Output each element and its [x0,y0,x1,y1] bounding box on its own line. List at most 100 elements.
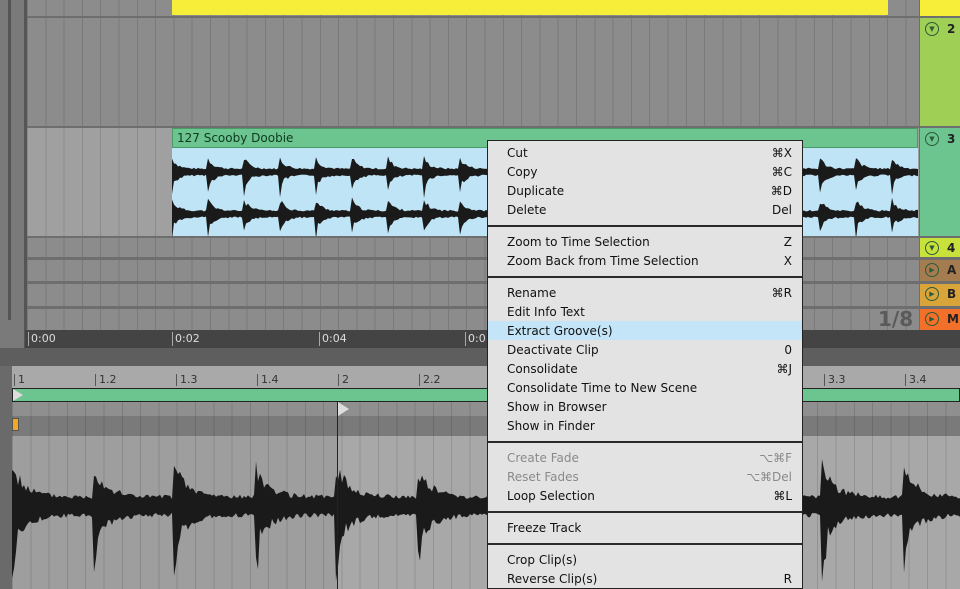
menu-item-shortcut: ⌘D [770,183,792,198]
loop-start-marker[interactable] [13,389,23,401]
menu-item-delete[interactable]: Delete Del [488,200,802,219]
menu-item-label: Reset Fades [507,469,579,484]
fold-triangle-icon[interactable]: ▼ [925,132,939,146]
menu-item-label: Rename [507,285,557,300]
menu-item-shortcut: ⌘X [771,145,792,160]
menu-item-shortcut: ⌘R [771,285,792,300]
menu-item-show-in-browser[interactable]: Show in Browser [488,397,802,416]
beat-label: 1.4 [257,374,279,386]
menu-item-edit-info-text[interactable]: Edit Info Text [488,302,802,321]
warp-strip[interactable] [12,416,960,436]
fold-triangle-icon[interactable]: ▼ [925,241,939,255]
track-label: 2 [947,22,956,36]
context-menu: Cut ⌘X Copy ⌘C Duplicate ⌘D Delete Del Zoom to T… [487,140,803,589]
menu-item-zoom-to-time-selection[interactable]: Zoom to Time Selection Z [488,232,802,251]
track-label: 3 [947,132,956,146]
menu-item-label: Reverse Clip(s) [507,571,598,586]
menu-separator [488,276,802,278]
menu-item-label: Copy [507,164,538,179]
menu-item-shortcut: ⌥⌘F [759,450,792,465]
track-header-m[interactable]: ▶ M [920,309,960,330]
menu-item-label: Edit Info Text [507,304,585,319]
fold-triangle-icon[interactable]: ▼ [925,22,939,36]
beat-ruler[interactable] [12,366,960,388]
beat-label: 1.2 [95,374,117,386]
menu-item-label: Cut [507,145,528,160]
menu-item-label: Zoom Back from Time Selection [507,253,699,268]
beat-label: 3.3 [824,374,846,386]
beat-label: 3.4 [905,374,927,386]
menu-item-shortcut: ⌘J [776,361,792,376]
menu-item-zoom-back-from-time-selection[interactable]: Zoom Back from Time Selection X [488,251,802,270]
menu-item-label: Deactivate Clip [507,342,599,357]
menu-item-label: Zoom to Time Selection [507,234,650,249]
menu-separator [488,225,802,227]
track-label: M [947,312,959,326]
menu-item-cut[interactable]: Cut ⌘X [488,143,802,162]
menu-item-shortcut: R [783,571,792,586]
menu-item-show-in-finder[interactable]: Show in Finder [488,416,802,435]
menu-item-crop-clip-s[interactable]: Crop Clip(s) [488,550,802,569]
menu-item-extract-groove-s[interactable]: Extract Groove(s) [488,321,802,340]
track-header-4[interactable]: ▼ 4 [920,238,960,257]
menu-item-deactivate-clip[interactable]: Deactivate Clip 0 [488,340,802,359]
start-marker[interactable] [338,402,349,416]
warp-marker[interactable] [12,418,19,431]
track-header-3[interactable]: ▼ 3 [920,128,960,236]
menu-item-shortcut: 0 [784,342,792,357]
panel-divider [0,348,960,366]
track-header-b[interactable]: ▶ B [920,284,960,306]
menu-item-label: Extract Groove(s) [507,323,613,338]
grid-quantization[interactable]: 1/8 [878,307,913,331]
menu-item-reverse-clip-s[interactable]: Reverse Clip(s) R [488,569,802,588]
beat-label: 1 [14,374,25,386]
play-triangle-icon[interactable]: ▶ [925,312,939,326]
editor-waveform-area[interactable] [12,436,960,589]
menu-item-shortcut: X [783,253,792,268]
play-triangle-icon[interactable]: ▶ [925,287,939,301]
beat-label: 1.3 [176,374,198,386]
track-label: B [947,287,957,301]
menu-item-label: Show in Browser [507,399,607,414]
left-panel-edge [0,0,27,348]
loop-brace[interactable] [12,388,960,402]
menu-item-label: Delete [507,202,547,217]
time-label: 0:00 [28,332,56,346]
menu-item-copy[interactable]: Copy ⌘C [488,162,802,181]
menu-item-shortcut: Z [783,234,792,249]
menu-item-loop-selection[interactable]: Loop Selection ⌘L [488,486,802,505]
left-panel-divider [8,0,11,320]
menu-item-reset-fades[interactable]: Reset Fades ⌥⌘Del [488,467,802,486]
play-triangle-icon[interactable]: ▶ [925,263,939,277]
menu-item-duplicate[interactable]: Duplicate ⌘D [488,181,802,200]
beat-label: 2.2 [419,374,441,386]
menu-item-label: Consolidate [507,361,578,376]
menu-item-create-fade[interactable]: Create Fade ⌥⌘F [488,448,802,467]
menu-item-freeze-track[interactable]: Freeze Track [488,518,802,537]
beat-label: 2 [338,374,349,386]
menu-item-consolidate-time-to-new-scene[interactable]: Consolidate Time to New Scene [488,378,802,397]
menu-item-shortcut: Del [772,202,792,217]
waveform-shape [12,459,960,582]
track-header-2[interactable]: ▼ 2 [920,18,960,126]
menu-item-shortcut: ⌥⌘Del [746,469,792,484]
menu-separator [488,543,802,545]
menu-item-label: Consolidate Time to New Scene [507,380,698,395]
menu-item-label: Crop Clip(s) [507,552,578,567]
menu-separator [488,511,802,513]
track-row-2[interactable] [27,18,919,126]
playhead-line [337,402,338,589]
menu-item-label: Duplicate [507,183,565,198]
menu-item-rename[interactable]: Rename ⌘R [488,283,802,302]
time-label: 0:0 [465,332,486,346]
marker-strip[interactable] [12,402,960,416]
track-header-1[interactable] [920,0,960,16]
top-clip[interactable] [172,0,888,15]
menu-item-consolidate[interactable]: Consolidate ⌘J [488,359,802,378]
track-header-a[interactable]: ▶ A [920,260,960,281]
menu-item-label: Freeze Track [507,520,582,535]
track-label: A [947,263,957,277]
menu-item-label: Show in Finder [507,418,595,433]
menu-item-shortcut: ⌘L [773,488,792,503]
track-label: 4 [947,241,956,255]
